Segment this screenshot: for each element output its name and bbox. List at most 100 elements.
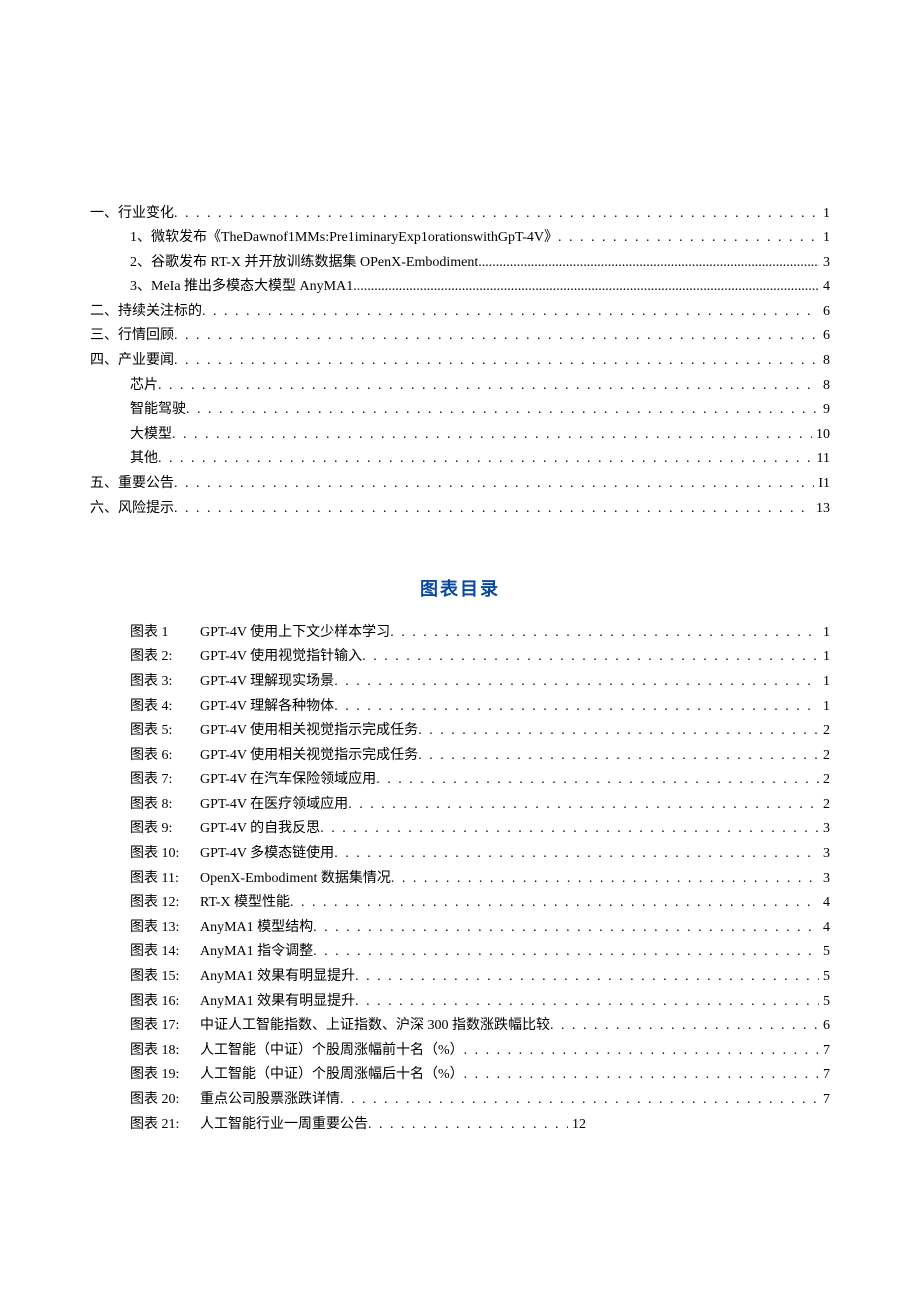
figure-page: 1 [819,621,830,644]
figure-number: 图表 3: [130,670,200,693]
figure-leader [340,1088,819,1111]
figure-entry: 图表 11:OpenX-Embodiment 数据集情况 3 [130,867,830,890]
toc-leader [172,423,812,446]
figure-title: 中证人工智能指数、上证指数、沪深 300 指数涨跌幅比较 [200,1014,550,1037]
toc-leader [174,324,819,347]
figure-entry: 图表 2:GPT-4V 使用视觉指针输入1 [130,645,830,668]
figures-heading: 图表目录 [90,575,830,601]
toc-entry: 四、产业要闻 8 [90,349,830,372]
figure-number: 图表 18: [130,1039,200,1062]
figure-leader [313,916,819,939]
figure-page: 3 [819,867,830,890]
figure-page: 1 [819,670,830,693]
figure-number: 图表 10: [130,842,200,865]
figure-page: 7 [819,1088,830,1111]
figure-page: 2 [819,768,830,791]
toc-label: 四、产业要闻 [90,349,174,372]
toc-entry: 2、谷歌发布 RT-X 并开放训练数据集 OPenX-Embodiment3 [90,251,830,274]
figure-entry: 图表 15:AnyMA1 效果有明显提升5 [130,965,830,988]
toc-entry: 二、持续关注标的6 [90,300,830,323]
figure-leader [320,817,819,840]
figure-title: GPT-4V 多模态链使用 [200,842,334,865]
toc-entry: 五、重要公告I1 [90,472,830,495]
toc-entry: 一、行业变化 1 [90,202,830,225]
figure-title: AnyMA1 效果有明显提升 [200,965,355,988]
toc-label: 智能驾驶 [130,398,186,421]
table-of-contents: 一、行业变化 1 1、微软发布《TheDawnof1MMs:Pre1iminaryE… [90,202,830,520]
figure-page: 2 [819,793,830,816]
figure-number: 图表 14: [130,940,200,963]
figure-number: 图表 12: [130,891,200,914]
figure-leader [334,670,819,693]
figure-entry: 图表 8:GPT-4V 在医疗领域应用2 [130,793,830,816]
toc-leader [558,226,819,249]
figure-entry: 图表 1GPT-4V 使用上下文少样本学习 1 [130,621,830,644]
figure-entry: 图表 9:GPT-4V 的自我反思3 [130,817,830,840]
figure-leader [290,891,819,914]
figure-entry: 图表 17:中证人工智能指数、上证指数、沪深 300 指数涨跌幅比较6 [130,1014,830,1037]
figure-entry: 图表 4:GPT-4V 理解各种物体1 [130,695,830,718]
toc-leader [202,300,819,323]
figure-entry: 图表 10:GPT-4V 多模态链使用3 [130,842,830,865]
figure-number: 图表 15: [130,965,200,988]
toc-leader [174,472,814,495]
figure-page: 5 [819,940,830,963]
figure-title: AnyMA1 模型结构 [200,916,313,939]
figure-number: 图表 16: [130,990,200,1013]
figure-leader [348,793,819,816]
figure-leader [550,1014,819,1037]
figure-title: GPT-4V 理解现实场景 [200,670,334,693]
figure-leader [418,744,819,767]
figure-number: 图表 9: [130,817,200,840]
toc-entry: 3、MeIa 推出多模态大模型 AnyMA1 4 [90,275,830,298]
toc-leader [478,251,819,274]
figure-leader [464,1039,819,1062]
toc-page: 6 [819,324,830,347]
toc-label: 2、谷歌发布 RT-X 并开放训练数据集 OPenX-Embodiment [130,251,478,274]
figure-page: 1 [819,645,830,668]
toc-leader [353,275,819,298]
figure-title: GPT-4V 在汽车保险领域应用 [200,768,376,791]
toc-page: 8 [819,349,830,372]
toc-label: 3、MeIa 推出多模态大模型 AnyMA1 [130,275,353,298]
figure-title: OpenX-Embodiment 数据集情况 [200,867,391,890]
figure-leader [334,842,819,865]
toc-page: 11 [813,447,830,470]
figure-page: 2 [819,719,830,742]
toc-label: 1、微软发布《TheDawnof1MMs:Pre1iminaryExp1orat… [130,226,558,249]
figure-number: 图表 11: [130,867,200,890]
figure-page: 7 [819,1039,830,1062]
figure-title: GPT-4V 使用相关视觉指示完成任务 [200,719,418,742]
figure-number: 图表 8: [130,793,200,816]
toc-label: 大模型 [130,423,172,446]
list-of-figures: 图表 1GPT-4V 使用上下文少样本学习 1图表 2:GPT-4V 使用视觉指针… [90,621,830,1136]
figure-entry: 图表 20:重点公司股票涨跌详情 7 [130,1088,830,1111]
figure-number: 图表 17: [130,1014,200,1037]
toc-page: 9 [819,398,830,421]
figure-page: 12 [568,1113,586,1136]
figure-entry: 图表 18:人工智能（中证）个股周涨幅前十名（%）7 [130,1039,830,1062]
figure-entry: 图表 14:AnyMA1 指令调整5 [130,940,830,963]
toc-page: 4 [819,275,830,298]
figure-number: 图表 5: [130,719,200,742]
figure-number: 图表 1 [130,621,200,644]
figure-title: 重点公司股票涨跌详情 [200,1088,340,1111]
figure-entry: 图表 21:人工智能行业一周重要公告12 [130,1113,830,1136]
toc-label: 三、行情回顾 [90,324,174,347]
figure-title: GPT-4V 使用上下文少样本学习 [200,621,390,644]
figure-number: 图表 21: [130,1113,200,1136]
toc-label: 五、重要公告 [90,472,174,495]
toc-leader [158,447,813,470]
figure-leader [368,1113,568,1136]
figure-title: GPT-4V 的自我反思 [200,817,320,840]
toc-leader [174,349,819,372]
figure-entry: 图表 16:AnyMA1 效果有明显提升5 [130,990,830,1013]
figure-page: 7 [819,1063,830,1086]
figure-number: 图表 20: [130,1088,200,1111]
toc-label: 一、行业变化 [90,202,174,225]
toc-page: 6 [819,300,830,323]
toc-page: 1 [819,202,830,225]
figure-number: 图表 19: [130,1063,200,1086]
figure-entry: 图表 5:GPT-4V 使用相关视觉指示完成任务 2 [130,719,830,742]
figure-leader [334,695,819,718]
